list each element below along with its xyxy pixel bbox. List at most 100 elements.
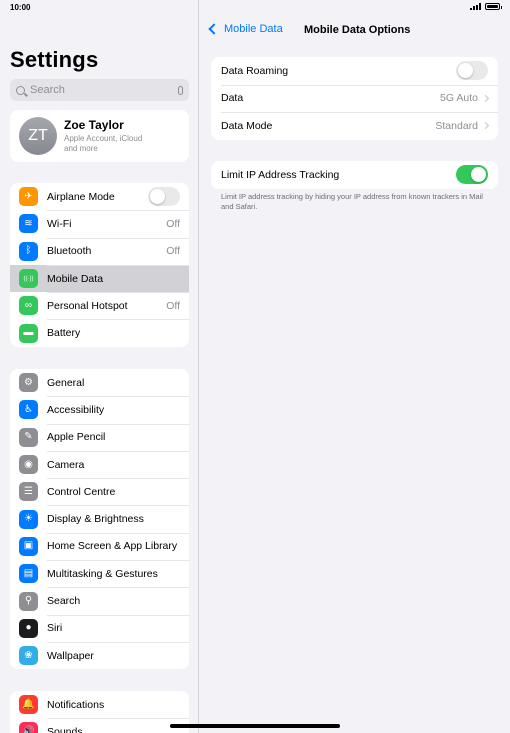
microphone-icon[interactable] <box>178 85 183 95</box>
sun-icon: ☀ <box>19 509 38 529</box>
status-icons <box>470 3 502 10</box>
bluetooth-icon: ᛒ <box>19 241 38 261</box>
settings-group-system: ⚙ General ♿ Accessibility ✎ Apple Pencil ◉ Came… <box>10 369 189 670</box>
sidebar-item-sounds[interactable]: 🔊 Sounds <box>10 718 189 733</box>
sidebar-item-label: Multitasking & Gestures <box>47 567 158 580</box>
sidebar-item-airplane[interactable]: ✈ Airplane Mode <box>10 183 189 210</box>
option-value: 5G Auto <box>440 92 478 105</box>
sidebar-item-label: Search <box>47 595 81 608</box>
sidebar-item-label: Display & Brightness <box>47 513 144 526</box>
sidebar-item-accessibility[interactable]: ♿ Accessibility <box>10 396 189 423</box>
siri-icon: ● <box>19 618 38 638</box>
sidebar-item-label: Camera <box>47 458 85 471</box>
detail-header: Mobile Data Mobile Data Options <box>200 16 510 46</box>
sidebar-item-siri[interactable]: ● Siri <box>10 614 189 642</box>
bell-icon: 🔔 <box>19 695 38 715</box>
sidebar-item-battery[interactable]: ▬ Battery <box>10 319 189 346</box>
sidebar-item-notifications[interactable]: 🔔 Notifications <box>10 691 189 718</box>
battery-icon: ▬ <box>19 323 38 343</box>
switches-icon: ☰ <box>19 482 38 502</box>
profile-subtitle: Apple Account, iCloud and more <box>64 134 143 153</box>
sidebar-item-value: Off <box>166 217 180 230</box>
sidebar-item-wifi[interactable]: ≋ Wi-Fi Off <box>10 210 189 237</box>
antenna-icon: ((·)) <box>19 269 38 289</box>
airplane-toggle[interactable] <box>148 187 180 207</box>
sidebar-item-label: Apple Pencil <box>47 431 106 444</box>
data-roaming-toggle[interactable] <box>456 61 488 81</box>
sidebar-item-multitasking[interactable]: ▤ Multitasking & Gestures <box>10 560 189 587</box>
sidebar-item-pencil[interactable]: ✎ Apple Pencil <box>10 423 189 451</box>
wallpaper-icon: ❀ <box>19 646 38 666</box>
sidebar-item-label: Accessibility <box>47 403 105 416</box>
sidebar-item-bluetooth[interactable]: ᛒ Bluetooth Off <box>10 237 189 265</box>
sidebar: Settings Search ZT Zoe Taylor Apple Acco… <box>0 0 199 733</box>
sidebar-item-general[interactable]: ⚙ General <box>10 369 189 396</box>
sidebar-item-control-centre[interactable]: ☰ Control Centre <box>10 478 189 505</box>
avatar: ZT <box>19 117 57 155</box>
option-label: Data Mode <box>221 119 273 132</box>
option-row-data[interactable]: Data 5G Auto <box>211 84 498 113</box>
detail-title: Mobile Data Options <box>304 24 411 36</box>
chevron-left-icon <box>208 23 220 35</box>
search-input[interactable]: Search <box>10 79 189 101</box>
option-label: Data <box>221 92 244 105</box>
option-row-limit-ip[interactable]: Limit IP Address Tracking <box>211 161 498 189</box>
settings-group-notifications: 🔔 Notifications 🔊 Sounds <box>10 691 189 733</box>
option-value: Standard <box>435 119 478 132</box>
sidebar-item-camera[interactable]: ◉ Camera <box>10 450 189 478</box>
search-icon <box>16 85 25 95</box>
search-placeholder: Search <box>30 84 65 96</box>
sidebar-item-label: Wi-Fi <box>47 217 72 230</box>
sidebar-item-mobile-data[interactable]: ((·)) Mobile Data <box>10 264 189 293</box>
sidebar-item-label: Home Screen & App Library <box>47 540 178 553</box>
battery-status-icon <box>485 3 502 10</box>
sidebar-item-label: Wallpaper <box>47 649 94 662</box>
limit-ip-toggle[interactable] <box>456 165 488 185</box>
sidebar-item-value: Off <box>166 299 180 312</box>
chevron-right-icon <box>481 122 490 130</box>
sidebar-item-search[interactable]: ⚲ Search <box>10 587 189 614</box>
sidebar-item-label: Control Centre <box>47 485 116 498</box>
page-title: Settings <box>10 47 99 72</box>
sidebar-item-label: Bluetooth <box>47 245 92 258</box>
sidebar-item-label: Siri <box>47 622 63 635</box>
mobile-data-options-group: Data Roaming Data 5G Auto Data Mode Standard <box>211 57 498 140</box>
option-label: Limit IP Address Tracking <box>221 168 340 181</box>
wifi-icon: ≋ <box>19 214 38 234</box>
profile-name: Zoe Taylor <box>64 118 124 132</box>
sidebar-item-hotspot[interactable]: ∞ Personal Hotspot Off <box>10 292 189 319</box>
accessibility-icon: ♿ <box>19 400 38 420</box>
pencil-icon: ✎ <box>19 427 38 447</box>
privacy-group: Limit IP Address Tracking <box>211 161 498 189</box>
sidebar-item-label: Mobile Data <box>47 272 104 285</box>
sidebar-item-wallpaper[interactable]: ❀ Wallpaper <box>10 641 189 669</box>
sidebar-item-label: Battery <box>47 327 81 340</box>
option-row-data-roaming[interactable]: Data Roaming <box>211 57 498 85</box>
option-label: Data Roaming <box>221 64 289 77</box>
profile-card[interactable]: ZT Zoe Taylor Apple Account, iCloud and … <box>10 110 189 162</box>
home-screen-icon: ▣ <box>19 536 38 556</box>
chevron-right-icon <box>481 94 490 102</box>
sidebar-item-label: Notifications <box>47 698 105 711</box>
settings-group-connectivity: ✈ Airplane Mode ≋ Wi-Fi Off ᛒ Bluetooth Off ((·)… <box>10 183 189 347</box>
search-icon: ⚲ <box>19 591 38 611</box>
sidebar-item-display[interactable]: ☀ Display & Brightness <box>10 505 189 532</box>
sidebar-item-label: Personal Hotspot <box>47 299 128 312</box>
gear-icon: ⚙ <box>19 373 38 393</box>
camera-icon: ◉ <box>19 455 38 475</box>
sidebar-item-label: General <box>47 376 85 389</box>
back-label: Mobile Data <box>224 23 283 35</box>
home-indicator[interactable] <box>170 724 340 728</box>
airplane-icon: ✈ <box>19 187 38 207</box>
sidebar-item-label: Airplane Mode <box>47 190 115 203</box>
signal-icon <box>470 3 481 10</box>
option-row-data-mode[interactable]: Data Mode Standard <box>211 112 498 140</box>
back-button[interactable]: Mobile Data <box>208 23 283 35</box>
speaker-icon: 🔊 <box>19 722 38 733</box>
sidebar-item-label: Sounds <box>47 725 83 733</box>
hotspot-icon: ∞ <box>19 296 38 316</box>
multitasking-icon: ▤ <box>19 564 38 584</box>
sidebar-item-value: Off <box>166 245 180 258</box>
limit-ip-footnote: Limit IP address tracking by hiding your… <box>221 192 483 211</box>
sidebar-item-home-screen[interactable]: ▣ Home Screen & App Library <box>10 532 189 560</box>
